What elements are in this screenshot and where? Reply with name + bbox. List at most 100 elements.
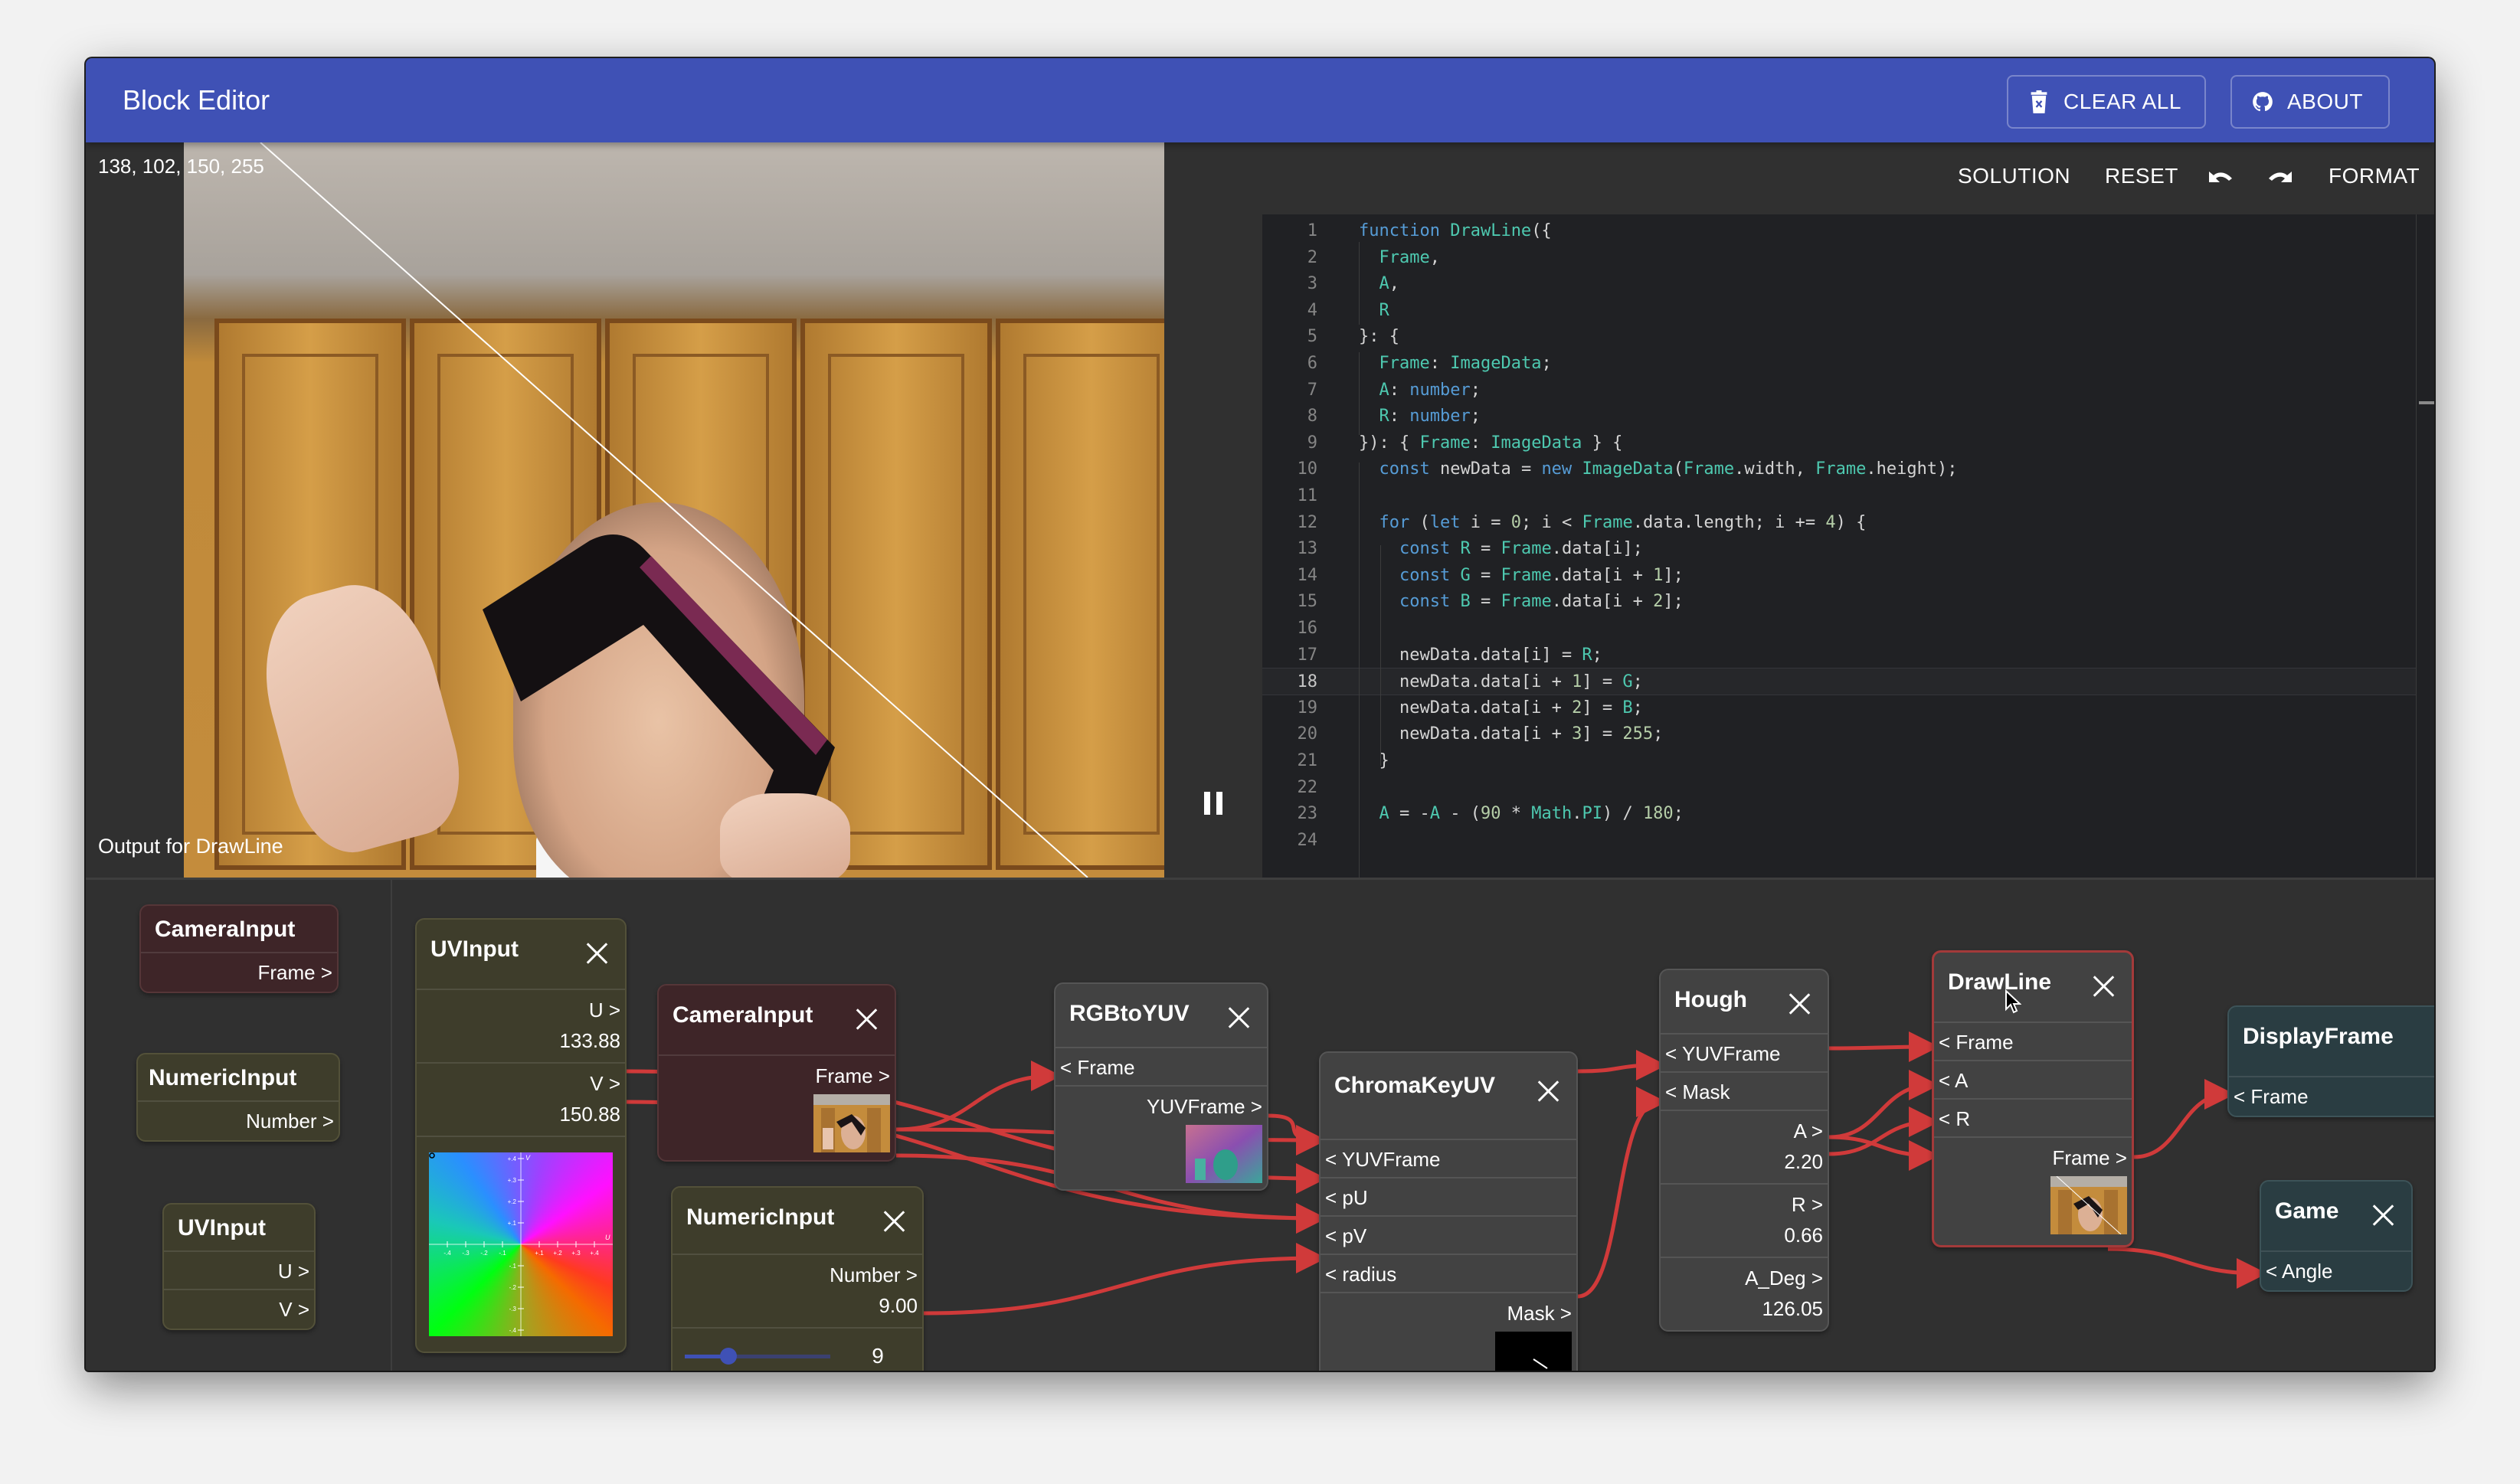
uv-color-plane[interactable]: -.4 -.3 -.2 -.1 +.1 +.2 +.3 +.4 +.4 +.3 +.2 +.1 -.1 -… — [429, 1152, 613, 1336]
node-chromakeyuv[interactable]: ChromaKeyUV < YUVFrame < pU < pV < radiu… — [1319, 1051, 1578, 1371]
node-displayframe[interactable]: DisplayFrame < Frame — [2227, 1005, 2434, 1117]
close-icon[interactable] — [2371, 1203, 2394, 1226]
port-frame-out[interactable]: Frame > — [659, 1056, 895, 1160]
wire-drawline-to-display[interactable] — [2133, 1079, 2235, 1159]
node-uvinput[interactable]: UVInput U > 133.88 V > 150.88 -.4 -.3 -.2 -.1… — [415, 918, 627, 1353]
close-icon[interactable] — [1227, 1005, 1250, 1028]
node-title: DrawLine — [1948, 969, 2052, 995]
port-number-out[interactable]: Number > 9.00 — [673, 1255, 922, 1329]
port-r-out[interactable]: R > 0.66 — [1661, 1185, 1828, 1258]
about-button[interactable]: ABOUT — [2230, 75, 2390, 129]
code-line[interactable]: 13 const R = Frame.data[i]; — [1262, 535, 2416, 563]
close-icon[interactable] — [2092, 974, 2115, 997]
reset-button[interactable]: RESET — [2105, 164, 2178, 188]
code-line[interactable]: 8 R: number; — [1262, 403, 2416, 430]
code-line[interactable]: 24 — [1262, 827, 2416, 855]
palette-block-camerainput[interactable]: CameraInput Frame > — [139, 904, 339, 993]
code-line[interactable]: 6 Frame: ImageData; — [1262, 350, 2416, 378]
node-drawline[interactable]: DrawLine < Frame < A < R Frame > — [1932, 950, 2134, 1247]
node-camerainput[interactable]: CameraInput Frame > — [657, 984, 896, 1162]
port-frame-in[interactable]: < Frame — [1934, 1023, 2132, 1061]
wire-hough-a-to-drawline-frame[interactable] — [1828, 1135, 1939, 1171]
u-tick-label: -.2 — [480, 1250, 488, 1257]
port-yuvframe-out[interactable]: YUVFrame > — [1055, 1087, 1267, 1189]
code-text: const R = Frame.data[i]; — [1399, 539, 1643, 559]
code-line[interactable]: 19 newData.data[i + 2] = B; — [1262, 695, 2416, 722]
block-graph[interactable]: CameraInput Frame > NumericInput Number … — [86, 878, 2434, 1371]
pause-button[interactable] — [1204, 792, 1227, 815]
slider-handle[interactable] — [720, 1348, 737, 1365]
port-mask-in[interactable]: < Mask — [1661, 1073, 1828, 1111]
palette-block-numericinput[interactable]: NumericInput Number > — [136, 1053, 340, 1142]
code-line[interactable]: 22 — [1262, 774, 2416, 802]
solution-button[interactable]: SOLUTION — [1958, 164, 2070, 188]
code-line[interactable]: 23 A = -A - (90 * Math.PI) / 180; — [1262, 800, 2416, 828]
code-line[interactable]: 20 newData.data[i + 3] = 255; — [1262, 721, 2416, 748]
code-line[interactable]: 16 — [1262, 615, 2416, 642]
palette-block-uvinput[interactable]: UVInput U > V > — [162, 1203, 316, 1330]
editor-scrollbar[interactable] — [2416, 214, 2434, 878]
port-frame-in[interactable]: < Frame — [2229, 1077, 2434, 1116]
port-radius-in[interactable]: < radius — [1321, 1255, 1576, 1293]
format-button[interactable]: FORMAT — [2329, 164, 2420, 188]
code-line[interactable]: 9}): { Frame: ImageData } { — [1262, 430, 2416, 457]
line-number: 21 — [1297, 751, 1318, 770]
port-u[interactable]: U > 133.88 — [417, 990, 625, 1064]
close-icon[interactable] — [855, 1007, 878, 1030]
code-line[interactable]: 12 for (let i = 0; i < Frame.data.length… — [1262, 509, 2416, 537]
node-numericinput[interactable]: NumericInput Number > 9.00 9 — [671, 1186, 924, 1371]
wire-cam-frame-to-rgbtoyuv[interactable] — [895, 1061, 1062, 1132]
code-text: Frame: ImageData; — [1379, 354, 1552, 373]
port-yuvframe-in[interactable]: < YUVFrame — [1661, 1035, 1828, 1073]
palette-port-u: U > — [164, 1252, 314, 1290]
code-line[interactable]: 17 newData.data[i] = R; — [1262, 642, 2416, 669]
port-frame-in[interactable]: < Frame — [1055, 1048, 1267, 1087]
port-pu-in[interactable]: < pU — [1321, 1178, 1576, 1217]
code-line[interactable]: 7 A: number; — [1262, 377, 2416, 404]
wire-hough-r-to-drawline-r[interactable] — [1828, 1106, 1939, 1156]
port-yuvframe-in[interactable]: < YUVFrame — [1321, 1140, 1576, 1178]
close-icon[interactable] — [1788, 992, 1811, 1015]
port-a-out[interactable]: A > 2.20 — [1661, 1111, 1828, 1185]
port-a-in[interactable]: < A — [1934, 1061, 2132, 1100]
clear-all-button[interactable]: CLEAR ALL — [2007, 75, 2206, 129]
redo-button[interactable] — [2264, 165, 2295, 188]
port-frame-out[interactable]: Frame > — [1934, 1138, 2132, 1245]
code-editor[interactable]: 1 function DrawLine({2 Frame, 3 A, 4 R 5}: {… — [1262, 214, 2434, 878]
close-icon[interactable] — [1537, 1079, 1559, 1102]
node-hough[interactable]: Hough < YUVFrame < Mask A >2.20 R >0.66 … — [1659, 969, 1829, 1332]
port-label: Number > — [830, 1263, 918, 1286]
code-line[interactable]: 21 } — [1262, 747, 2416, 775]
code-line[interactable]: 2 Frame, — [1262, 244, 2416, 272]
code-line[interactable]: 10 const newData = new ImageData(Frame.w… — [1262, 456, 2416, 483]
wire-drawline-to-game[interactable] — [2107, 1247, 2267, 1289]
port-r-in[interactable]: < R — [1934, 1100, 2132, 1138]
code-line[interactable]: 18 newData.data[i + 1] = G; — [1262, 668, 2416, 696]
code-line[interactable]: 5}: { — [1262, 323, 2416, 351]
code-line[interactable]: 4 R — [1262, 297, 2416, 325]
undo-button[interactable] — [2206, 165, 2237, 188]
number-input[interactable]: 9 — [853, 1341, 902, 1371]
wire-mask-to-hough-mask[interactable] — [1577, 1087, 1667, 1299]
wire-rgbtoyuv-to-chroma[interactable] — [1268, 1113, 1327, 1155]
number-slider[interactable] — [685, 1348, 830, 1365]
close-icon[interactable] — [585, 941, 608, 964]
code-line[interactable]: 11 — [1262, 482, 2416, 510]
node-rgbtoyuv[interactable]: RGBtoYUV < Frame YUVFrame > — [1054, 982, 1268, 1191]
close-icon[interactable] — [882, 1209, 905, 1232]
code-line[interactable]: 1 function DrawLine({ — [1262, 217, 2416, 245]
node-game[interactable]: Game < Angle — [2260, 1180, 2413, 1292]
port-v[interactable]: V > 150.88 — [417, 1064, 625, 1137]
port-mask-out[interactable]: Mask > — [1321, 1293, 1576, 1371]
port-angle-in[interactable]: < Angle — [2261, 1252, 2411, 1290]
code-line[interactable]: 3 A, — [1262, 270, 2416, 298]
uv-picker-marker[interactable] — [429, 1152, 435, 1159]
wire-num-to-radius[interactable] — [923, 1243, 1327, 1316]
code-line[interactable]: 14 const G = Frame.data[i + 1]; — [1262, 562, 2416, 590]
wire-chroma-to-hough-yuv[interactable] — [1577, 1050, 1667, 1081]
code-line[interactable]: 15 const B = Frame.data[i + 2]; — [1262, 588, 2416, 616]
wire-hough-a-to-drawline-a[interactable] — [1828, 1070, 1939, 1139]
port-pv-in[interactable]: < pV — [1321, 1217, 1576, 1255]
port-adeg-out[interactable]: A_Deg > 126.05 — [1661, 1258, 1828, 1330]
wire-hough-yuv-to-drawline[interactable] — [1828, 1031, 1939, 1063]
